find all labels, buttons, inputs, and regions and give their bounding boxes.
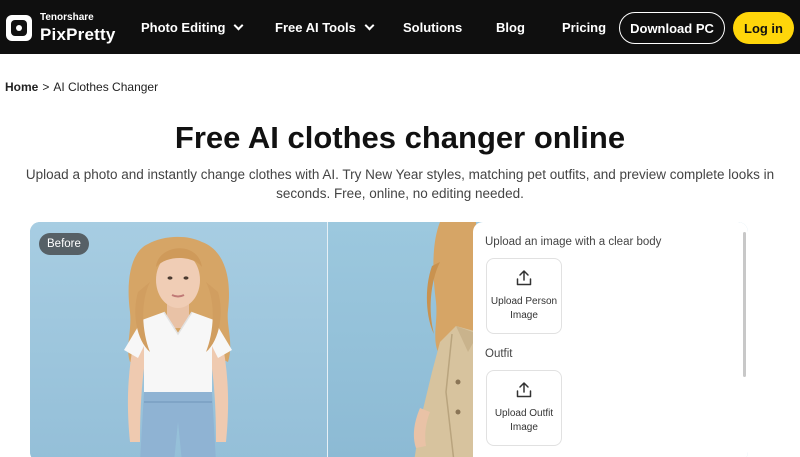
after-photo bbox=[328, 222, 478, 457]
nav-blog[interactable]: Blog bbox=[496, 0, 525, 54]
before-photo bbox=[30, 222, 327, 457]
upload-panel: Upload an image with a clear body Upload… bbox=[473, 222, 748, 457]
login-button[interactable]: Log in bbox=[733, 12, 794, 44]
upload-outfit-button[interactable]: Upload Outfit Image bbox=[486, 370, 562, 446]
before-after-preview: Before Upload an image with a clear body… bbox=[30, 222, 748, 457]
nav-free-ai-tools[interactable]: Free AI Tools bbox=[275, 0, 375, 54]
page-title: Free AI clothes changer online bbox=[0, 120, 800, 156]
pixpretty-logo-icon bbox=[6, 15, 32, 41]
outfit-label: Outfit bbox=[485, 348, 513, 360]
top-nav: Tenorshare PixPretty Photo Editing Free … bbox=[0, 0, 800, 54]
panel-scrollbar[interactable] bbox=[743, 232, 746, 377]
nav-pricing[interactable]: Pricing bbox=[562, 0, 606, 54]
download-pc-button[interactable]: Download PC bbox=[619, 12, 725, 44]
subtitle-line-2: seconds. Free, online, no editing needed… bbox=[276, 186, 524, 201]
nav-free-ai-tools-label: Free AI Tools bbox=[275, 19, 356, 35]
nav-solutions-label: Solutions bbox=[403, 19, 463, 35]
logo-brand-company: Tenorshare bbox=[40, 12, 94, 23]
upload-icon bbox=[516, 270, 532, 286]
logo-brand-product: PixPretty bbox=[40, 25, 116, 44]
subtitle-line-1: Upload a photo and instantly change clot… bbox=[25, 167, 775, 182]
page-subtitle: Upload a photo and instantly change clot… bbox=[0, 165, 800, 203]
upload-person-button[interactable]: Upload Person Image bbox=[486, 258, 562, 334]
person-upload-label: Upload an image with a clear body bbox=[485, 236, 662, 248]
upload-icon bbox=[516, 382, 532, 398]
before-model-illustration bbox=[124, 236, 232, 457]
breadcrumb: Home > AI Clothes Changer bbox=[5, 80, 158, 94]
title-rest: AI clothes changer online bbox=[240, 120, 626, 155]
nav-blog-label: Blog bbox=[496, 19, 525, 35]
upload-person-label-2: Image bbox=[510, 310, 538, 321]
nav-photo-editing[interactable]: Photo Editing bbox=[141, 0, 244, 54]
nav-photo-editing-label: Photo Editing bbox=[141, 19, 226, 35]
chevron-down-icon bbox=[364, 20, 375, 30]
breadcrumb-current: AI Clothes Changer bbox=[53, 80, 159, 94]
after-model-illustration bbox=[413, 222, 478, 457]
upload-outfit-label-1: Upload Outfit bbox=[494, 408, 554, 419]
chevron-down-icon bbox=[234, 20, 244, 30]
nav-solutions[interactable]: Solutions bbox=[403, 0, 462, 54]
before-badge: Before bbox=[39, 233, 89, 255]
upload-outfit-label-2: Image bbox=[510, 422, 538, 433]
logo[interactable]: Tenorshare PixPretty bbox=[6, 10, 126, 46]
title-highlight: Free bbox=[174, 120, 241, 155]
upload-person-label-1: Upload Person bbox=[490, 296, 558, 307]
nav-pricing-label: Pricing bbox=[562, 19, 607, 35]
breadcrumb-home-link[interactable]: Home bbox=[5, 80, 38, 94]
breadcrumb-separator: > bbox=[42, 80, 50, 94]
